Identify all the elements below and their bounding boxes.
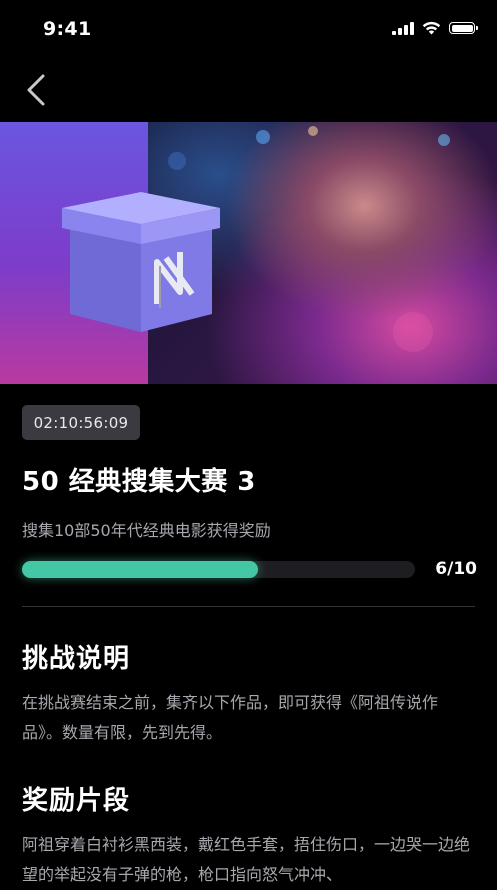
chevron-left-icon bbox=[27, 74, 45, 106]
progress-bar-fill bbox=[22, 561, 258, 578]
hero-banner bbox=[0, 122, 497, 384]
cellular-signal-icon bbox=[392, 21, 414, 35]
progress-count: 6/10 bbox=[435, 559, 477, 579]
countdown-badge: 02:10:56:09 bbox=[22, 405, 140, 440]
reward-heading: 奖励片段 bbox=[22, 786, 131, 816]
status-time: 9:41 bbox=[43, 18, 92, 40]
back-button[interactable] bbox=[22, 70, 56, 110]
divider bbox=[22, 606, 475, 607]
challenge-body: 在挑战赛结束之前，集齐以下作品，即可获得《阿祖传说作品》。数量有限，先到先得。 bbox=[22, 693, 439, 742]
gift-box-icon bbox=[62, 192, 220, 332]
page-title: 50 经典搜集大赛 3 bbox=[22, 467, 256, 497]
progress-bar bbox=[22, 561, 415, 578]
wifi-icon bbox=[422, 21, 441, 35]
challenge-subtitle: 搜集10部50年代经典电影获得奖励 bbox=[22, 521, 271, 540]
challenge-heading: 挑战说明 bbox=[22, 644, 131, 674]
battery-icon bbox=[449, 22, 478, 34]
status-icons bbox=[392, 21, 478, 35]
reward-body: 阿祖穿着白衬衫黑西装，戴红色手套，捂住伤口，一边哭一边绝望的举起没有子弹的枪，枪… bbox=[22, 835, 471, 884]
status-bar: 9:41 bbox=[0, 0, 497, 60]
